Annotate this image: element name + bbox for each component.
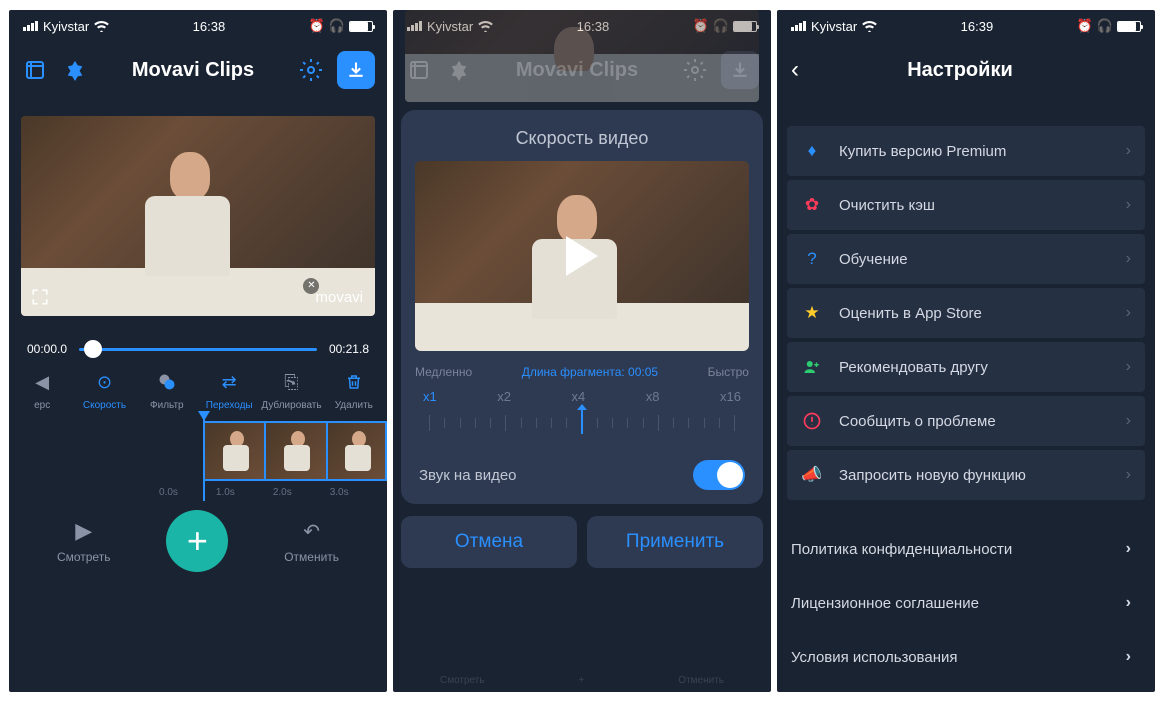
settings-premium[interactable]: ♦Купить версию Premium› — [787, 126, 1145, 176]
fast-label: Быстро — [708, 365, 749, 379]
heart-icon: ✿ — [801, 195, 823, 215]
headphones-icon: 🎧 — [329, 18, 345, 34]
settings-tutorial[interactable]: ?Обучение› — [787, 234, 1145, 284]
clip-thumbnail[interactable] — [326, 421, 388, 481]
cancel-button[interactable]: Отмена — [401, 516, 577, 568]
time-label: 16:39 — [961, 19, 994, 34]
settings-rate[interactable]: ★Оценить в App Store› — [787, 288, 1145, 338]
chevron-right-icon: › — [1126, 540, 1131, 558]
time-end: 00:21.8 — [329, 342, 369, 356]
wifi-icon — [94, 21, 109, 32]
battery-icon — [1117, 21, 1141, 32]
screen-speed-modal: Kyivstar 16:38 ⏰🎧 Movavi Clips Скорость … — [393, 10, 771, 692]
chevron-right-icon: › — [1126, 196, 1131, 214]
fragment-length: Длина фрагмента: 00:05 — [522, 365, 658, 379]
speed-x1[interactable]: x1 — [423, 389, 437, 404]
chevron-right-icon: › — [1126, 250, 1131, 268]
tool-reverse[interactable]: ◀ерс — [11, 370, 73, 411]
settings-license[interactable]: Лицензионное соглашение› — [787, 578, 1145, 628]
status-bar: Kyivstar 16:39 ⏰🎧 — [777, 10, 1155, 42]
modal-preview[interactable] — [415, 161, 749, 351]
sound-label: Звук на видео — [419, 467, 517, 484]
expand-icon[interactable] — [31, 288, 49, 306]
carrier-label: Kyivstar — [43, 19, 89, 34]
star-icon: ★ — [801, 303, 823, 323]
screen-settings: Kyivstar 16:39 ⏰🎧 ‹ Настройки ♦Купить ве… — [777, 10, 1155, 692]
apply-button[interactable]: Применить — [587, 516, 763, 568]
undo-button[interactable]: ↶Отменить — [284, 519, 339, 564]
chevron-right-icon: › — [1126, 412, 1131, 430]
time-bar[interactable]: 00:00.0 00:21.8 — [9, 316, 387, 366]
speed-x2[interactable]: x2 — [497, 389, 511, 404]
speed-slider[interactable] — [415, 410, 749, 442]
tool-delete[interactable]: Удалить — [323, 370, 385, 411]
settings-title: Настройки — [779, 59, 1141, 82]
tool-row: ◀ерс ⊙Скорость Фильтр ⇄Переходы ⎘Дублиро… — [9, 366, 387, 417]
time-start: 00:00.0 — [27, 342, 67, 356]
speed-x4[interactable]: x4 — [572, 389, 586, 404]
modal-title: Скорость видео — [415, 128, 749, 149]
settings-recommend[interactable]: Рекомендовать другу› — [787, 342, 1145, 392]
wifi-icon — [862, 21, 877, 32]
dim-footer: Смотреть+Отменить — [393, 675, 771, 686]
settings-icon[interactable] — [297, 56, 325, 84]
app-title: Movavi Clips — [101, 59, 285, 82]
time-label: 16:38 — [193, 19, 226, 34]
chevron-right-icon: › — [1126, 648, 1131, 666]
speed-x8[interactable]: x8 — [646, 389, 660, 404]
tool-filter[interactable]: Фильтр — [136, 370, 198, 411]
bg-preview — [405, 10, 759, 102]
settings-terms[interactable]: Условия использования› — [787, 632, 1145, 682]
settings-list: ♦Купить версию Premium› ✿Очистить кэш› ?… — [777, 98, 1155, 692]
time-ruler: 0.0s1.0s2.0s3.0s — [9, 481, 387, 498]
carrier-label: Kyivstar — [811, 19, 857, 34]
headphones-icon: 🎧 — [1097, 18, 1113, 34]
add-button[interactable]: + — [166, 510, 228, 572]
timeline[interactable]: 0.0s1.0s2.0s3.0s — [9, 417, 387, 498]
alarm-icon: ⏰ — [309, 18, 325, 34]
question-icon: ? — [801, 249, 823, 269]
download-button[interactable] — [337, 51, 375, 89]
watermark-label[interactable]: movavi — [295, 289, 363, 306]
video-preview[interactable]: movavi — [21, 116, 375, 316]
chevron-right-icon: › — [1126, 142, 1131, 160]
settings-header: ‹ Настройки — [777, 42, 1155, 98]
settings-report[interactable]: Сообщить о проблеме› — [787, 396, 1145, 446]
settings-request[interactable]: 📣Запросить новую функцию› — [787, 450, 1145, 500]
premium-icon[interactable] — [61, 56, 89, 84]
bottom-bar: ▶Смотреть + ↶Отменить — [9, 498, 387, 584]
tool-speed[interactable]: ⊙Скорость — [73, 370, 135, 411]
settings-cache[interactable]: ✿Очистить кэш› — [787, 180, 1145, 230]
alert-icon — [801, 411, 823, 431]
signal-icon — [791, 21, 806, 31]
battery-icon — [349, 21, 373, 32]
chevron-right-icon: › — [1126, 304, 1131, 322]
screen-editor: Kyivstar 16:38 ⏰🎧 Movavi Clips movavi 00… — [9, 10, 387, 692]
clip-thumbnail[interactable] — [264, 421, 325, 481]
slow-label: Медленно — [415, 365, 472, 379]
speed-x16[interactable]: x16 — [720, 389, 741, 404]
megaphone-icon: 📣 — [801, 465, 823, 485]
chevron-right-icon: › — [1126, 466, 1131, 484]
clip-thumbnail[interactable] — [203, 421, 264, 481]
alarm-icon: ⏰ — [1077, 18, 1093, 34]
projects-icon[interactable] — [21, 56, 49, 84]
scrubber-thumb[interactable] — [84, 340, 102, 358]
play-icon[interactable] — [415, 161, 749, 351]
sound-toggle[interactable] — [693, 460, 745, 490]
chevron-right-icon: › — [1126, 594, 1131, 612]
app-header: Movavi Clips — [9, 42, 387, 98]
chevron-right-icon: › — [1126, 358, 1131, 376]
settings-privacy[interactable]: Политика конфиденциальности› — [787, 524, 1145, 574]
speed-pointer[interactable] — [581, 410, 583, 434]
play-button[interactable]: ▶Смотреть — [57, 518, 111, 564]
tool-transitions[interactable]: ⇄Переходы — [198, 370, 260, 411]
diamond-icon: ♦ — [801, 141, 823, 161]
speed-ticks: x1 x2 x4 x8 x16 — [415, 389, 749, 404]
speed-modal: Скорость видео Медленно Длина фрагмента:… — [401, 110, 763, 504]
share-icon — [801, 358, 823, 376]
signal-icon — [23, 21, 38, 31]
tool-duplicate[interactable]: ⎘Дублировать — [260, 370, 322, 411]
status-bar: Kyivstar 16:38 ⏰🎧 — [9, 10, 387, 42]
